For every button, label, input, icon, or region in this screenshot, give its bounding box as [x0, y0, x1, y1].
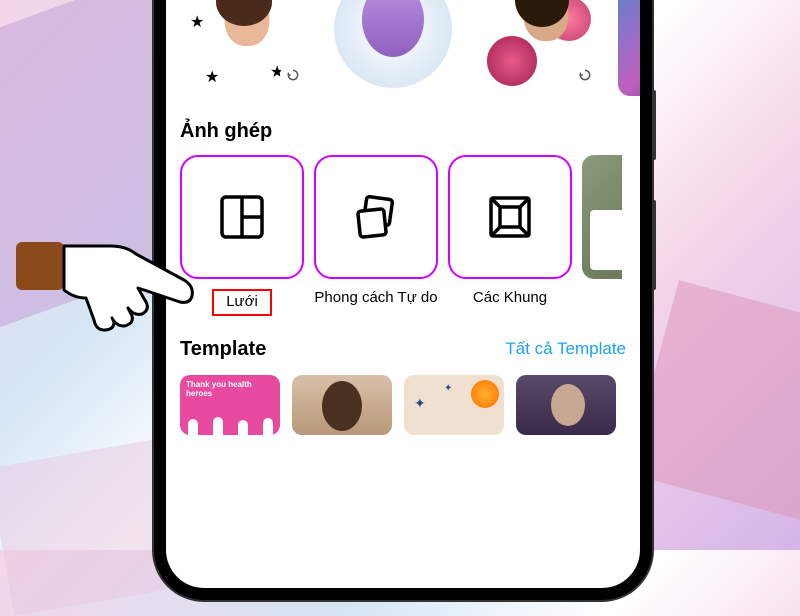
collage-label-frames: Các Khung [448, 289, 572, 316]
gallery-thumb[interactable] [618, 0, 640, 96]
template-card[interactable] [292, 375, 392, 435]
see-all-templates-link[interactable]: Tất cả Template [505, 339, 626, 359]
phone-frame: ★ ★ ★ [154, 0, 652, 600]
template-card[interactable]: ✦ ✦ [404, 375, 504, 435]
collage-label-freestyle: Phong cách Tự do [314, 289, 438, 316]
grid-collage-icon [216, 191, 268, 243]
collage-option-frames[interactable] [448, 155, 572, 279]
gallery-thumb[interactable]: ★ ★ ★ [180, 0, 314, 96]
collage-labels-row: Lưới Phong cách Tự do Các Khung [180, 289, 626, 316]
frames-icon [485, 192, 535, 242]
play-icon [280, 62, 306, 88]
section-title-template: Template [180, 338, 266, 361]
collage-options-row [180, 155, 626, 279]
collage-option-freestyle[interactable] [314, 155, 438, 279]
gallery-thumb[interactable] [326, 0, 460, 96]
pointing-hand-icon [16, 206, 216, 336]
freestyle-icon [349, 190, 403, 244]
template-row: Thank you health heroes ✦ ✦ [180, 375, 626, 435]
play-icon [572, 62, 598, 88]
collage-option-more[interactable] [582, 155, 622, 279]
phone-screen: ★ ★ ★ [166, 0, 640, 588]
section-title-collage: Ảnh ghép [180, 120, 626, 143]
template-card[interactable] [516, 375, 616, 435]
highlight-box: Lưới [212, 289, 272, 316]
template-card[interactable]: Thank you health heroes [180, 375, 280, 435]
gallery-thumb[interactable] [472, 0, 606, 96]
gallery-row: ★ ★ ★ [180, 0, 626, 96]
